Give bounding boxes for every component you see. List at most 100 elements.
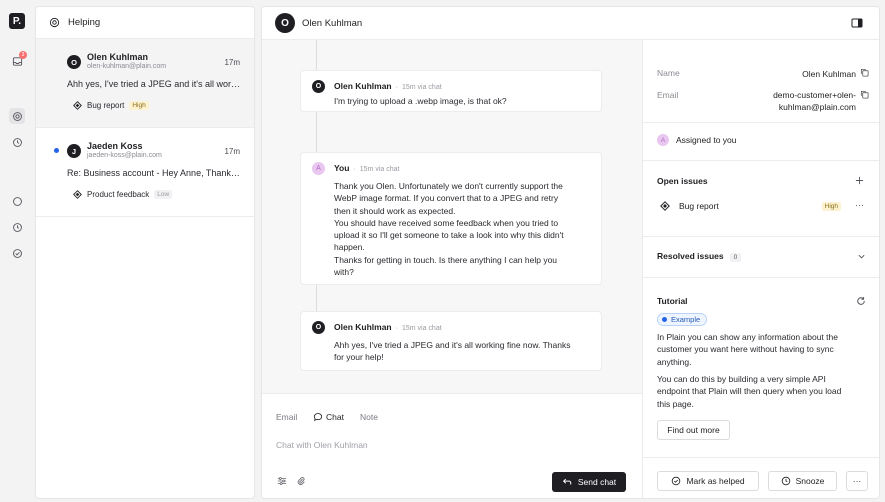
customer-name-value: Olen Kuhlman [802, 69, 856, 79]
tutorial-line: anything. [657, 356, 692, 367]
resolved-issues-row[interactable]: Resolved issues 0 [657, 251, 742, 262]
send-chat-label: Send chat [577, 477, 617, 487]
thread-customer-name: Olen Kuhlman [87, 52, 149, 62]
message-header: You · 15m via chat [334, 163, 399, 173]
formatting-icon[interactable] [277, 476, 287, 486]
sidebar-toggle-icon[interactable] [851, 17, 863, 29]
divider [643, 160, 879, 161]
message-header: Olen Kuhlman · 15m via chat [334, 81, 442, 91]
timeline-connector [316, 285, 317, 311]
assignee-row[interactable]: A Assigned to you [657, 134, 736, 146]
more-actions-button[interactable]: ··· [846, 471, 868, 491]
message-line: for your help! [334, 352, 384, 363]
example-dot [662, 317, 667, 322]
avatar: J [67, 144, 81, 158]
inbox-panel: Helping O Olen Kuhlman olen-kuhlman@plai… [35, 6, 255, 499]
thread-item[interactable]: O Olen Kuhlman olen-kuhlman@plain.com 17… [36, 39, 254, 128]
tutorial-line: this page. [657, 398, 694, 409]
check-circle-icon [672, 476, 681, 486]
customer-email-value: demo-customer+olen- kuhlman@plain.com [773, 89, 856, 113]
customer-avatar: O [275, 13, 295, 33]
issue-label: Bug report [679, 201, 719, 211]
tutorial-paragraph: You can do this by building a very simpl… [657, 373, 869, 410]
copy-icon[interactable] [860, 68, 869, 77]
example-badge: Example [657, 313, 708, 326]
message-timeline[interactable]: O Olen Kuhlman · 15m via chat I'm trying… [262, 40, 642, 393]
snoozed-rail-button[interactable] [9, 134, 25, 150]
thread-time: 17m [224, 58, 240, 67]
tutorial-title: Tutorial [657, 296, 688, 306]
inbox-title: Helping [68, 17, 101, 28]
tutorial-line: You can do this by building a very simpl… [657, 374, 826, 384]
open-issues-title: Open issues [657, 176, 708, 186]
app-rail: P. 3 [0, 0, 34, 502]
thread-item[interactable]: J Jaeden Koss jaeden-koss@plain.com 17m … [36, 128, 254, 217]
waiting-rail-button[interactable] [9, 219, 25, 235]
mark-as-helped-label: Mark as helped [686, 476, 745, 486]
tutorial-paragraph: In Plain you can show any information ab… [657, 331, 869, 368]
inbox-header: Helping [36, 7, 254, 39]
conversation-panel: O Olen Kuhlman O Olen Kuhlman · 15m via … [261, 6, 880, 499]
plus-icon[interactable] [855, 176, 864, 185]
mark-as-helped-button[interactable]: Mark as helped [657, 471, 759, 491]
find-out-more-button[interactable]: Find out more [657, 420, 730, 440]
tab-note[interactable]: Note [360, 412, 378, 422]
circle-icon [12, 196, 22, 206]
plain-logo[interactable]: P. [9, 13, 25, 29]
email-label: Email [657, 90, 679, 100]
done-rail-button[interactable] [9, 245, 25, 261]
message-line: You should have received some feedback w… [334, 217, 559, 228]
clock-icon [12, 137, 22, 147]
divider [643, 236, 879, 237]
message-author: Olen Kuhlman [334, 81, 392, 91]
snooze-label: Snooze [795, 476, 825, 486]
conversation-customer-name: Olen Kuhlman [302, 18, 363, 29]
message-line: I'm trying to upload a .webp image, is t… [334, 96, 507, 106]
message-header: Olen Kuhlman · 15m via chat [334, 322, 442, 332]
message-avatar: A [312, 162, 325, 175]
refresh-icon[interactable] [856, 296, 866, 306]
lifebuoy-icon [12, 111, 22, 121]
example-label: Example [671, 315, 701, 324]
name-label: Name [657, 68, 680, 78]
check-circle-icon [12, 248, 22, 258]
resolved-count-badge: 0 [729, 253, 742, 262]
todo-rail-button[interactable] [9, 193, 25, 209]
assignee-avatar: A [657, 134, 669, 146]
unread-indicator [54, 148, 59, 153]
message-separator: · [353, 166, 356, 173]
conversation-header: O Olen Kuhlman [262, 7, 879, 40]
chat-input[interactable]: Chat with Olen Kuhlman [276, 440, 368, 450]
email-line: kuhlman@plain.com [778, 102, 856, 112]
customer-details-panel: Name Olen Kuhlman Email demo-customer+ol… [642, 40, 879, 498]
message-line: upload it so I'll get someone to take a … [334, 230, 564, 241]
tab-email[interactable]: Email [276, 412, 297, 422]
copy-icon[interactable] [860, 90, 869, 99]
snooze-button[interactable]: Snooze [768, 471, 837, 491]
tab-chat[interactable]: Chat [313, 412, 344, 422]
thread-customer-email: jaeden-koss@plain.com [87, 152, 162, 159]
message-meta: 15m via chat [359, 166, 400, 173]
attachment-icon[interactable] [296, 476, 306, 486]
message-body: I'm trying to upload a .webp image, is t… [334, 95, 592, 107]
inbox-rail-button[interactable]: 3 [9, 51, 27, 69]
helping-rail-button[interactable] [9, 108, 25, 124]
send-chat-button[interactable]: Send chat [552, 472, 626, 492]
thread-time: 17m [224, 147, 240, 156]
message-author: Olen Kuhlman [334, 322, 392, 332]
open-issue-item[interactable]: Bug report [660, 201, 719, 211]
message-author: You [334, 163, 350, 173]
chat-message: A You · 15m via chat Thank you Olen. Unf… [300, 152, 602, 285]
priority-badge: Low [154, 190, 173, 199]
message-line: Ahh yes, I've tried a JPEG and it's all … [334, 340, 571, 350]
timeline-connector [316, 112, 317, 152]
tutorial-line: customer you want here without having to… [657, 344, 834, 355]
inbox-count-badge: 3 [19, 51, 27, 59]
priority-badge: High [129, 101, 149, 110]
clock-alt-icon [12, 222, 22, 232]
message-line: Thanks for getting in touch. Is there an… [334, 254, 558, 265]
thread-customer-name: Jaeden Koss [87, 141, 143, 151]
chevron-down-icon[interactable] [857, 252, 866, 261]
more-options-icon[interactable]: ··· [855, 200, 864, 210]
message-meta: 15m via chat [401, 84, 442, 91]
